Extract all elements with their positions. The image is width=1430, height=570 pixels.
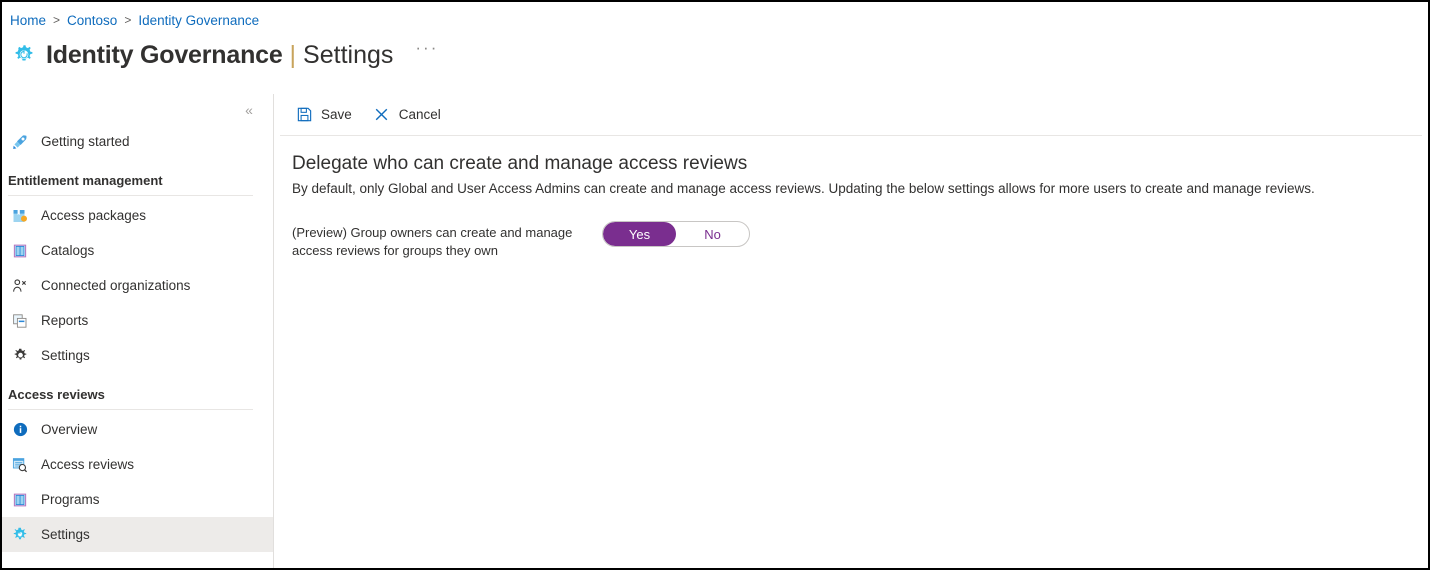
sidebar-section-title: Access reviews — [8, 387, 105, 402]
sidebar-section-title: Entitlement management — [8, 173, 163, 188]
sidebar-item-label: Overview — [41, 422, 98, 437]
review-search-icon — [10, 455, 30, 475]
page-title-main: Identity Governance — [46, 40, 283, 69]
settings-panel: Delegate who can create and manage acces… — [274, 136, 1428, 260]
azure-portal-blade: Home > Contoso > Identity Governance Ide… — [0, 0, 1430, 570]
book-icon — [10, 490, 30, 510]
sidebar-item-label: Settings — [41, 348, 90, 363]
cancel-label: Cancel — [398, 107, 441, 122]
breadcrumb: Home > Contoso > Identity Governance — [10, 10, 259, 30]
sidebar-item-access-reviews[interactable]: Access reviews — [2, 447, 273, 482]
sidebar-section-divider — [8, 195, 253, 196]
report-icon — [10, 311, 30, 331]
setting-row: (Preview) Group owners can create and ma… — [292, 221, 1410, 260]
sidebar-item-label: Access packages — [41, 208, 147, 223]
rocket-icon — [10, 132, 30, 152]
sidebar-item-label: Getting started — [41, 134, 130, 149]
close-icon — [372, 105, 392, 125]
main-content: Save Cancel Delegate who can create and … — [274, 94, 1428, 568]
save-icon — [294, 105, 314, 125]
section-description: By default, only Global and User Access … — [292, 181, 1315, 196]
sidebar-item-getting-started[interactable]: Getting started — [2, 124, 273, 159]
gear-blue-icon — [10, 525, 30, 545]
sidebar-section-divider — [8, 409, 253, 410]
sidebar-item-reports[interactable]: Reports — [2, 303, 273, 338]
sidebar-item-programs[interactable]: Programs — [2, 482, 273, 517]
group-owners-toggle[interactable]: Yes No — [602, 221, 750, 247]
sidebar-item-settings-access-reviews[interactable]: Settings — [2, 517, 273, 552]
book-icon — [10, 241, 30, 261]
toggle-option-no[interactable]: No — [676, 222, 749, 246]
sidebar: « Getting started Entitlement management — [2, 94, 273, 568]
cancel-button[interactable]: Cancel — [370, 101, 449, 129]
sidebar-item-label: Programs — [41, 492, 100, 507]
more-options-icon[interactable]: ··· — [415, 38, 438, 58]
toggle-option-yes[interactable]: Yes — [603, 222, 676, 246]
gear-dark-icon — [10, 346, 30, 366]
page-title-sub: Settings — [303, 40, 394, 69]
sidebar-item-label: Catalogs — [41, 243, 95, 258]
package-icon — [10, 206, 30, 226]
page-title: Identity Governance | Settings ··· — [10, 36, 438, 74]
breadcrumb-item-identity-governance[interactable]: Identity Governance — [138, 13, 259, 28]
save-button[interactable]: Save — [292, 101, 360, 129]
sidebar-item-label: Reports — [41, 313, 89, 328]
sidebar-item-overview[interactable]: Overview — [2, 412, 273, 447]
sidebar-item-catalogs[interactable]: Catalogs — [2, 233, 273, 268]
sidebar-item-connected-organizations[interactable]: Connected organizations — [2, 268, 273, 303]
sidebar-item-settings-entitlement[interactable]: Settings — [2, 338, 273, 373]
people-icon — [10, 276, 30, 296]
section-heading: Delegate who can create and manage acces… — [292, 153, 748, 174]
info-icon — [10, 420, 30, 440]
save-label: Save — [321, 107, 352, 122]
setting-label: (Preview) Group owners can create and ma… — [292, 225, 573, 258]
sidebar-item-label: Settings — [41, 527, 90, 542]
sidebar-item-access-packages[interactable]: Access packages — [2, 198, 273, 233]
breadcrumb-separator-icon: > — [53, 13, 61, 27]
breadcrumb-separator-icon: > — [124, 13, 132, 27]
sidebar-item-label: Access reviews — [41, 457, 135, 472]
command-bar: Save Cancel — [274, 94, 1428, 135]
title-separator: | — [289, 40, 297, 69]
collapse-sidebar-icon[interactable]: « — [239, 100, 259, 120]
breadcrumb-item-contoso[interactable]: Contoso — [67, 13, 117, 28]
identity-governance-gear-icon — [10, 41, 38, 69]
breadcrumb-item-home[interactable]: Home — [10, 13, 46, 28]
sidebar-item-label: Connected organizations — [41, 278, 191, 293]
